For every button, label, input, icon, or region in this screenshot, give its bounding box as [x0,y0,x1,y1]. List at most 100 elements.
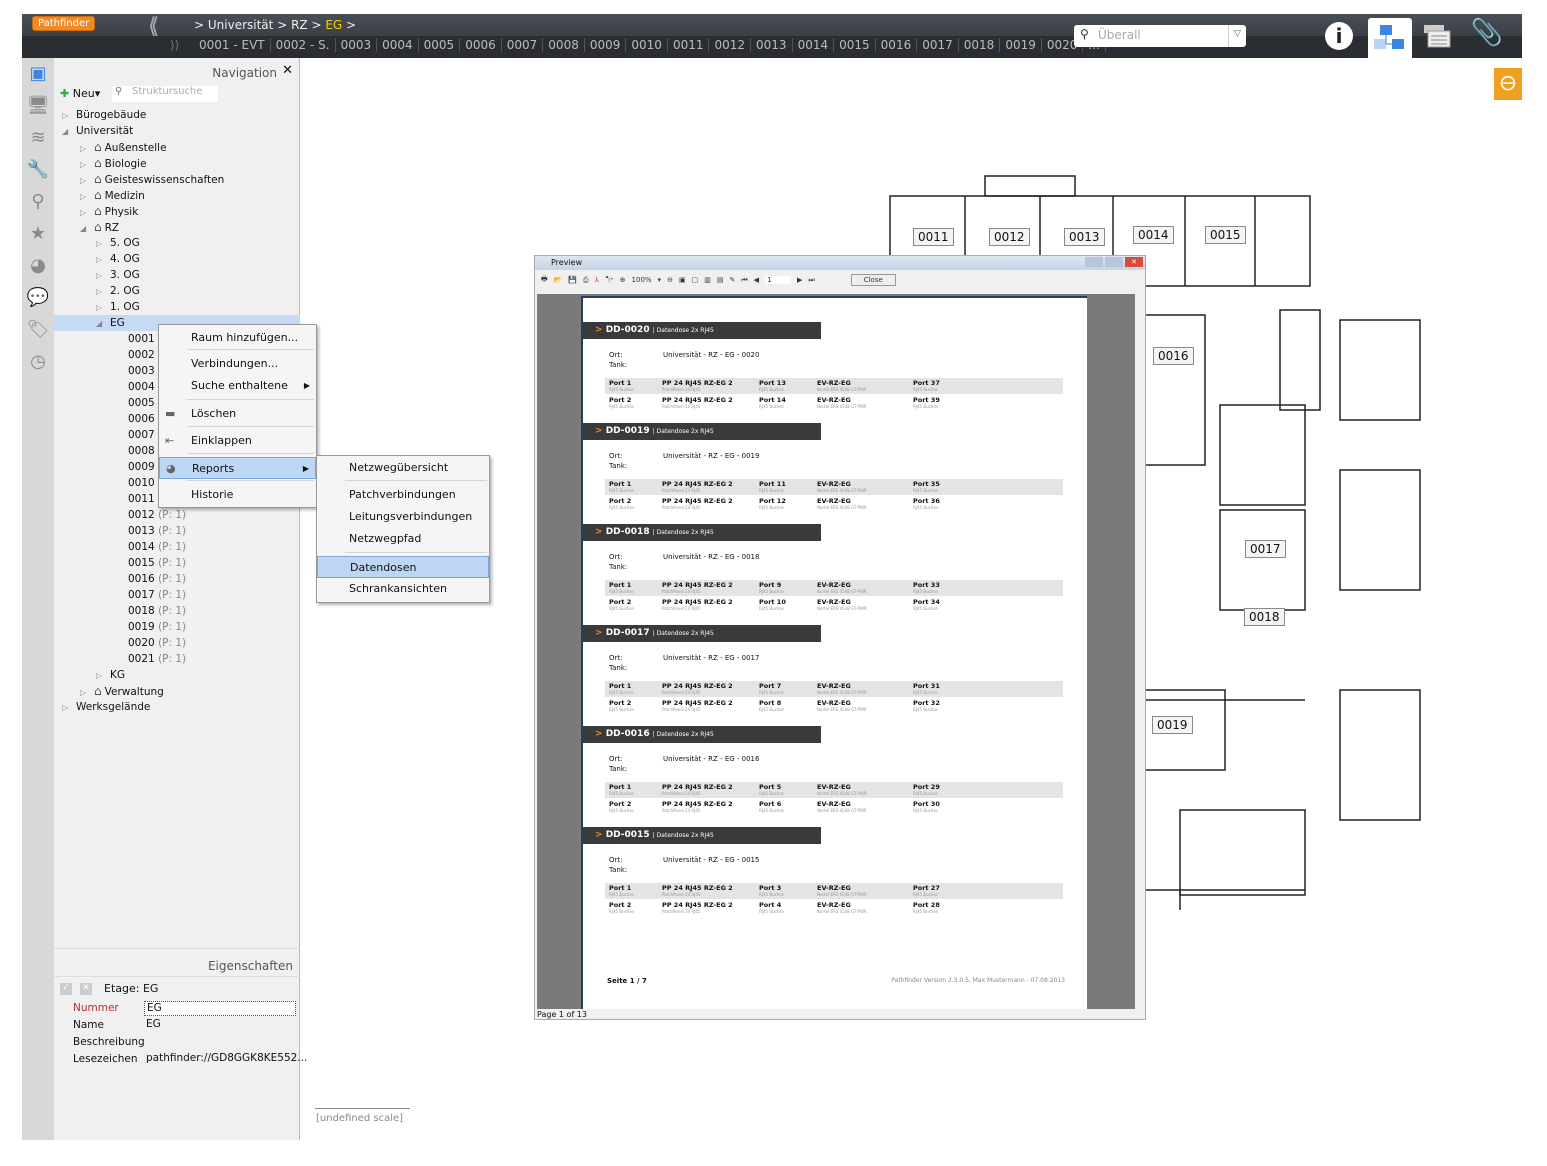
expand-toggle-icon[interactable]: ▷ [96,300,110,316]
tree-item[interactable]: 0016 (P: 1) [114,571,186,587]
room-tab[interactable]: 0001 - EVT [194,38,271,52]
preview-page-area[interactable]: > DD-0020 | Datendose 2x RJ45 Ort: Tank: … [537,294,1145,1009]
minimize-button[interactable] [1085,257,1103,267]
print-icon[interactable]: 🖶 [541,275,548,286]
zoom-select[interactable]: 100% [632,276,652,284]
tag-icon[interactable]: 🏷 [22,314,54,346]
expand-toggle-icon[interactable]: ▷ [96,268,110,284]
room-label[interactable]: 0015 [1205,226,1246,244]
submenu-item[interactable]: Netzwegübersicht [317,457,489,479]
network-view-icon[interactable] [1368,18,1412,58]
tree-item[interactable]: ▷ Werksgelände [62,699,150,715]
find-icon[interactable]: 🔭 [605,276,614,284]
tree-item[interactable]: 0021 (P: 1) [114,651,186,667]
zoom-out-icon[interactable]: ⊖ [667,276,673,284]
room-tab[interactable]: 0019 [1000,38,1042,52]
next-page-icon[interactable]: ▶ [797,276,802,284]
expand-toggle-icon[interactable]: ◢ [80,221,94,237]
room-tab[interactable]: 0012 [709,38,752,52]
room-tab[interactable]: 0005 [419,38,461,52]
room-tab[interactable]: 0016 [876,38,918,52]
room-tab[interactable]: 0017 [917,38,959,52]
submenu-item[interactable]: Patchverbindungen [317,484,489,506]
tree-item[interactable]: ▷ 3. OG [96,267,140,283]
room-label[interactable]: 0018 [1244,608,1285,626]
tree-item[interactable]: ▷ Bürogebäude [62,107,146,123]
tree-item[interactable]: ▷ ⌂ Medizin [80,187,145,203]
structure-search-input[interactable]: ⚲ Struktursuche [112,86,218,102]
tree-item[interactable]: 0020 (P: 1) [114,635,186,651]
tree-item[interactable]: ▷ 4. OG [96,251,140,267]
multi-page-icon[interactable]: ▤ [717,276,724,284]
chart-icon[interactable]: ◕ [22,250,54,282]
pdf-icon[interactable]: ⅄ [595,276,599,284]
tree-item[interactable]: ▷ ⌂ Verwaltung [80,683,164,699]
context-menu-item[interactable]: ⇤ Einklappen [159,430,316,452]
prev-page-icon[interactable]: ◀ [754,276,759,284]
room-tab[interactable]: 0004 [377,38,419,52]
room-tab[interactable]: 0013 [751,38,793,52]
info-icon[interactable]: i [1320,18,1358,56]
room-label[interactable]: 0016 [1153,347,1194,365]
tree-item[interactable]: ◢ Universität [62,123,133,139]
expand-toggle-icon[interactable]: ▷ [96,252,110,268]
tree-item[interactable]: 0017 (P: 1) [114,587,186,603]
close-icon[interactable]: ✕ [282,63,293,78]
discard-icon[interactable]: ✕ [80,983,92,995]
tree-item[interactable]: ▷ ⌂ Außenstelle [80,139,167,155]
breadcrumb-item[interactable]: RZ [291,18,308,32]
submenu-item[interactable]: Leitungsverbindungen [317,506,489,528]
expand-toggle-icon[interactable]: ▷ [96,236,110,252]
back-chevron-icon[interactable]: ⟨⟨ [148,14,159,39]
room-tab[interactable]: 0010 [626,38,668,52]
context-menu-item[interactable]: Suche enthaltene ▶ [159,375,316,397]
tree-item[interactable]: 0018 (P: 1) [114,603,186,619]
room-tab[interactable]: 0003 [336,38,378,52]
tree-item[interactable]: 0009 [114,459,155,475]
expand-toggle-icon[interactable]: ◢ [96,316,110,332]
tree-item[interactable]: 0011 [114,491,155,507]
tree-item[interactable]: ▷ 2. OG [96,283,140,299]
tree-item[interactable]: ◢ ⌂ RZ [80,219,119,235]
breadcrumb-item[interactable]: Universität [208,18,274,32]
network-icon[interactable]: ▣ [22,58,54,90]
layers-icon[interactable]: ≋ [22,122,54,154]
last-page-icon[interactable]: ⏭ [808,276,814,285]
history-icon[interactable]: ◷ [22,346,54,378]
close-button[interactable]: Close [850,274,896,286]
comment-icon[interactable]: 💬 [22,282,54,314]
context-menu-item[interactable]: ◕ Reports ▶ [159,457,316,479]
breadcrumb-item[interactable]: EG [325,18,342,32]
tree-item[interactable]: 0004 [114,379,155,395]
tree-item[interactable]: 0010 [114,475,155,491]
tree-item[interactable]: ▷ ⌂ Geisteswissenschaften [80,171,224,187]
forward-chevron-icon[interactable]: ⟩⟩ [170,38,179,52]
tree-item[interactable]: ▷ KG [96,667,125,683]
tools-icon[interactable]: 🔧 [22,154,54,186]
submenu-item[interactable]: Netzwegpfad [317,528,489,550]
tree-item[interactable]: 0003 [114,363,155,379]
tree-item[interactable]: ▷ ⌂ Physik [80,203,138,219]
tree-item[interactable]: ▷ 1. OG [96,299,140,315]
tree-item[interactable]: 0015 (P: 1) [114,555,186,571]
context-menu-item[interactable]: Verbindungen... [159,353,316,375]
edit-icon[interactable]: ✎ [729,276,735,284]
tree-item[interactable]: ▷ 5. OG [96,235,140,251]
room-tab[interactable]: 0018 [959,38,1001,52]
tree-item[interactable]: 0007 [114,427,155,443]
expand-toggle-icon[interactable]: ▷ [62,108,76,124]
tree-item[interactable]: 0006 [114,411,155,427]
property-value[interactable]: EG [144,1001,296,1016]
room-label[interactable]: 0013 [1064,228,1105,246]
tree-item[interactable]: 0005 [114,395,155,411]
back-arrow-icon[interactable]: ⊖ [1494,68,1522,100]
page-number-input[interactable]: 1 [765,276,792,284]
save-icon[interactable]: 💾 [568,276,577,284]
tree-item[interactable]: 0008 [114,443,155,459]
expand-toggle-icon[interactable]: ▷ [96,284,110,300]
tree-item[interactable]: 0013 (P: 1) [114,523,186,539]
table-view-icon[interactable] [1418,18,1456,56]
property-value[interactable]: EG [144,1018,296,1033]
tree-item[interactable]: ▷ ⌂ Biologie [80,155,147,171]
context-menu-item[interactable]: Raum hinzufügen... [159,327,316,349]
